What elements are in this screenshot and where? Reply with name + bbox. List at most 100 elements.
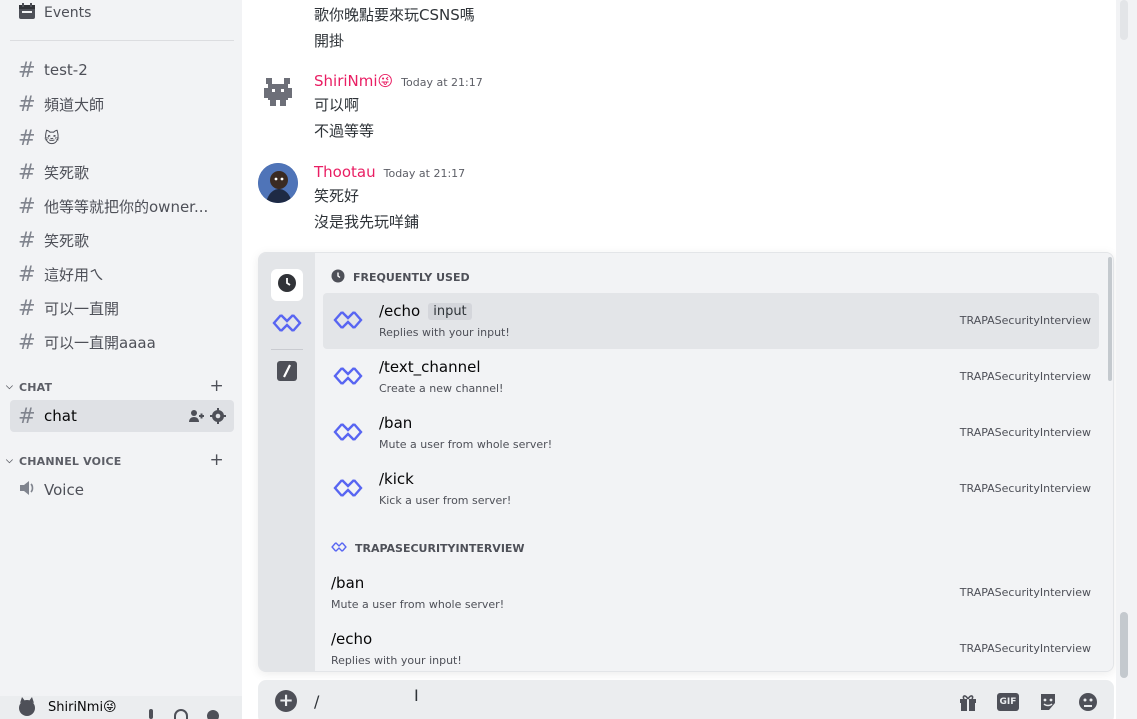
section-label: FREQUENTLY USED (353, 271, 470, 284)
gear-icon[interactable] (210, 408, 226, 428)
chat-area: 歌你晚點要來玩CSNS嗎 開掛 ShiriNmi😜 Today at 21:17… (242, 0, 1116, 719)
add-attachment-button[interactable]: + (275, 690, 297, 712)
command-option-badge: input (428, 302, 472, 320)
channel-item[interactable]: # 笑死歌 (10, 156, 234, 188)
command-description: Create a new channel! (379, 382, 504, 395)
category-voice[interactable]: ⌵ CHANNEL VOICE + (6, 451, 234, 471)
hash-icon: # (18, 57, 36, 82)
channel-label: 他等等就把你的owner... (44, 197, 209, 216)
popup-scrollbar[interactable] (1108, 257, 1112, 381)
create-channel-icon[interactable]: + (210, 377, 224, 395)
command-item[interactable]: /kick Kick a user from server! TRAPASecu… (323, 461, 1099, 517)
sticker-icon[interactable] (1036, 690, 1060, 714)
category-label: CHANNEL VOICE (19, 454, 122, 468)
section-label: TRAPASECURITYINTERVIEW (355, 542, 525, 555)
command-name: /echo (331, 630, 373, 648)
command-description: Mute a user from whole server! (379, 438, 553, 451)
command-name: /kick (379, 470, 414, 488)
app-logo-icon (333, 309, 363, 335)
channel-label: chat (44, 407, 77, 425)
app-logo-icon (331, 541, 347, 556)
hash-icon: # (18, 403, 36, 428)
channel-label: 笑死歌 (44, 231, 90, 250)
message-line: 不過等等 (314, 122, 375, 140)
app-logo-icon (333, 477, 363, 503)
command-item[interactable]: /ban Mute a user from whole server! TRAP… (323, 405, 1099, 461)
page-scrollbar[interactable] (1116, 0, 1137, 719)
command-source: TRAPASecurityInterview (959, 586, 1091, 599)
command-source: TRAPASecurityInterview (959, 314, 1091, 327)
command-description: Kick a user from server! (379, 494, 512, 507)
timestamp: Today at 21:17 (383, 167, 466, 180)
slash-command-popup: FREQUENTLY USED /echo input Replies with … (258, 252, 1114, 672)
message-header: Thootau Today at 21:17 (314, 163, 465, 181)
message-composer[interactable]: + / I GIF (258, 680, 1114, 719)
scrollbar-thumb[interactable] (1120, 612, 1128, 678)
channel-item[interactable]: # 頻道大師 (10, 88, 234, 120)
channel-item[interactable]: # 這好用ㄟ (10, 258, 234, 290)
avatar[interactable] (258, 72, 298, 112)
invite-icon[interactable] (188, 408, 204, 428)
command-item[interactable]: /echo input Replies with your input! TRAP… (323, 293, 1099, 349)
command-source: TRAPASecurityInterview (959, 370, 1091, 383)
microphone-icon[interactable] (146, 708, 156, 719)
builtin-commands-button[interactable] (271, 357, 303, 389)
events-item[interactable]: Events (18, 2, 91, 24)
command-description: Replies with your input! (331, 654, 462, 667)
scrollbar-track-top (1120, 0, 1128, 40)
hash-icon: # (18, 91, 36, 116)
clock-icon (277, 273, 297, 297)
slash-icon (277, 361, 297, 385)
author-name[interactable]: ShiriNmi😜 (314, 72, 393, 90)
user-settings-icon[interactable] (206, 708, 220, 719)
avatar[interactable] (258, 163, 298, 203)
command-description: Mute a user from whole server! (331, 598, 505, 611)
hash-icon: # (18, 227, 36, 252)
command-list: FREQUENTLY USED /echo input Replies with … (315, 253, 1113, 671)
app-logo-icon (272, 313, 302, 337)
message-input[interactable]: / (314, 692, 319, 711)
headphones-icon[interactable] (174, 708, 188, 719)
channel-item-active[interactable]: # chat (10, 400, 234, 432)
calendar-icon (18, 2, 36, 24)
hash-icon: # (18, 295, 36, 320)
channel-label: 笑死歌 (44, 163, 90, 182)
message-line: 沒是我先玩咩鋪 (314, 213, 420, 231)
voice-channel-item[interactable]: Voice (10, 474, 234, 506)
message-line: 可以啊 (314, 96, 360, 114)
command-item[interactable]: /ban Mute a user from whole server! TRAP… (323, 565, 1099, 621)
create-channel-icon[interactable]: + (210, 451, 224, 469)
clock-icon (331, 269, 345, 286)
channel-item[interactable]: # test-2 (10, 54, 234, 86)
app-commands-button[interactable] (271, 309, 303, 341)
hash-icon: # (18, 329, 36, 354)
gif-icon[interactable]: GIF (996, 690, 1020, 714)
channel-item[interactable]: # 可以一直開 (10, 292, 234, 324)
channel-item[interactable]: # 笑死歌 (10, 224, 234, 256)
recent-commands-button[interactable] (271, 269, 303, 301)
hash-icon: # (18, 159, 36, 184)
hash-icon: # (18, 261, 36, 286)
channel-label: 這好用ㄟ (44, 265, 105, 284)
avatar[interactable] (16, 695, 38, 719)
message-line: 笑死好 (314, 187, 360, 205)
gift-icon[interactable] (956, 690, 980, 714)
message-header: ShiriNmi😜 Today at 21:17 (314, 72, 483, 90)
command-item[interactable]: /echo Replies with your input! TRAPASecu… (323, 621, 1099, 671)
command-source-rail (259, 253, 315, 671)
channel-sidebar: Events # test-2 # 頻道大師 # 🐱 # 笑死歌 # 他等等就把你的own… (0, 0, 242, 719)
channel-label: 🐱 (44, 129, 60, 147)
chevron-down-icon: ⌵ (6, 456, 14, 466)
timestamp: Today at 21:17 (401, 76, 483, 89)
channel-item[interactable]: # 可以一直開aaaa (10, 326, 234, 358)
command-item[interactable]: /text_channel Create a new channel! TRAP… (323, 349, 1099, 405)
emoji-icon[interactable] (1076, 690, 1100, 714)
channel-item[interactable]: # 他等等就把你的owner... (10, 190, 234, 222)
category-chat[interactable]: ⌵ CHAT + (6, 377, 234, 397)
user-panel: ShiriNmi😜 (0, 696, 242, 719)
command-name: /ban (331, 574, 365, 592)
author-name[interactable]: Thootau (314, 163, 376, 181)
message-line: 歌你晚點要來玩CSNS嗎 (314, 6, 475, 24)
divider (271, 349, 303, 350)
channel-item[interactable]: # 🐱 (10, 122, 234, 154)
